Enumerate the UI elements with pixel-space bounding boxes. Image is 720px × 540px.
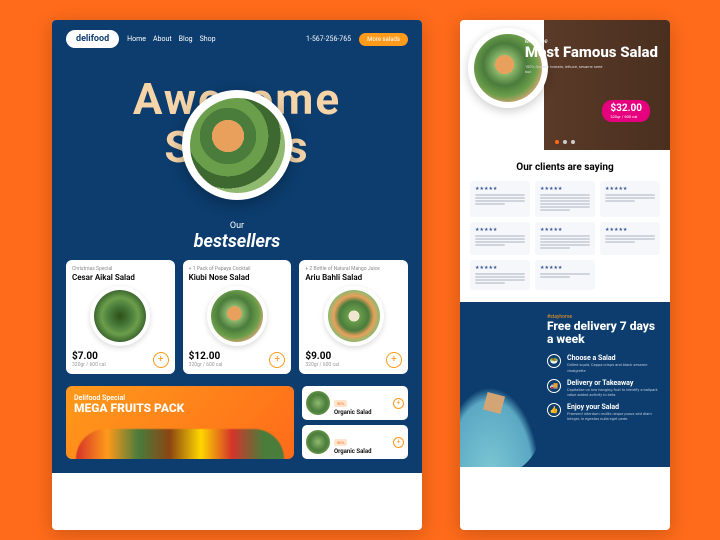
- mega-fruits-banner[interactable]: Delifood Special MEGA FRUITS PACK: [66, 386, 294, 459]
- card-title: Ariu Bahli Salad: [305, 273, 402, 282]
- delivery-step: 🚚 Delivery or TakeawayCapitalize on low …: [547, 379, 658, 397]
- card-title: Cesar Aikal Salad: [72, 273, 169, 282]
- review-card: ★★★★★: [535, 181, 595, 217]
- discount-badge: 50%: [334, 400, 347, 407]
- add-to-cart-button[interactable]: +: [269, 352, 285, 368]
- famous-salad-section: Meet the Most Famous Salad 100% Organic …: [460, 20, 670, 150]
- card-price: $9.00: [305, 351, 339, 362]
- card-weight: 320gr / 600 cal: [189, 362, 223, 368]
- carousel-dot[interactable]: [555, 140, 559, 144]
- nav-menu: Home About Blog Shop: [127, 35, 215, 43]
- card-price: $7.00: [72, 351, 106, 362]
- bestseller-cards: Christmas Special Cesar Aikal Salad $7.0…: [52, 260, 422, 386]
- card-tag: + 1 Pack of Papaya Cocktail: [189, 266, 286, 272]
- reviews-section: Our clients are saying ★★★★★ ★★★★★ ★★★★★…: [460, 150, 670, 302]
- step-desc: Grilled squid, Cappa crisps and black se…: [567, 362, 658, 372]
- famous-title: Most Famous Salad: [525, 45, 658, 60]
- salad-image: [324, 286, 384, 346]
- bestsellers-our: Our: [52, 221, 422, 231]
- nav-home[interactable]: Home: [127, 35, 146, 43]
- mini-salad-image: [306, 391, 330, 415]
- phone-number: 1-567-256-765: [306, 35, 351, 43]
- review-card: ★★★★★: [535, 222, 595, 255]
- mini-salad-image: [306, 430, 330, 454]
- salad-image: [90, 286, 150, 346]
- mini-product-card[interactable]: 50% Organic Salad +: [302, 386, 408, 420]
- step-title: Choose a Salad: [567, 354, 658, 362]
- reviews-grid: ★★★★★ ★★★★★ ★★★★★ ★★★★★ ★★★★★ ★★★★★ ★★★★…: [470, 181, 660, 290]
- star-rating-icon: ★★★★★: [540, 265, 590, 271]
- cta-button[interactable]: More salads: [359, 33, 408, 46]
- hero-salad-image: [182, 90, 292, 200]
- star-rating-icon: ★★★★★: [475, 265, 525, 271]
- step-title: Delivery or Takeaway: [567, 379, 658, 387]
- nav-shop[interactable]: Shop: [200, 35, 216, 43]
- card-tag: + 2 Bottle of Natural Mango Juice: [305, 266, 402, 272]
- product-card[interactable]: + 2 Bottle of Natural Mango Juice Ariu B…: [299, 260, 408, 374]
- famous-price-badge: $32.00 320gr / 600 cal: [602, 100, 650, 122]
- star-rating-icon: ★★★★★: [605, 186, 655, 192]
- star-rating-icon: ★★★★★: [605, 227, 655, 233]
- add-to-cart-button[interactable]: +: [386, 352, 402, 368]
- delivery-section: #stayhome Free delivery 7 days a week 🥗 …: [460, 302, 670, 467]
- delivery-step: 👍 Enjoy your SaladPraesent interdum moll…: [547, 403, 658, 421]
- star-rating-icon: ★★★★★: [475, 227, 525, 233]
- salad-icon: 🥗: [547, 354, 561, 368]
- mini-title: Organic Salad: [334, 448, 389, 455]
- thumbs-up-icon: 👍: [547, 403, 561, 417]
- step-desc: Praesent interdum mollis neque purus sed…: [567, 411, 658, 421]
- bestsellers-title: bestsellers: [52, 231, 422, 252]
- nav-about[interactable]: About: [153, 35, 172, 43]
- card-title: Kiubi Nose Salad: [189, 273, 286, 282]
- carousel-dot[interactable]: [563, 140, 567, 144]
- step-title: Enjoy your Salad: [567, 403, 658, 411]
- mega-title: MEGA FRUITS PACK: [74, 402, 286, 415]
- review-card: ★★★★★: [470, 222, 530, 255]
- salad-image: [207, 286, 267, 346]
- add-to-cart-button[interactable]: +: [393, 398, 404, 409]
- card-tag: Christmas Special: [72, 266, 169, 272]
- add-to-cart-button[interactable]: +: [393, 437, 404, 448]
- review-card: ★★★★★: [470, 181, 530, 217]
- fruits-image: [76, 429, 284, 459]
- hero-section: delifood Home About Blog Shop 1-567-256-…: [52, 20, 422, 260]
- carousel-dot[interactable]: [571, 140, 575, 144]
- landing-page-main: delifood Home About Blog Shop 1-567-256-…: [52, 20, 422, 530]
- review-card: ★★★★★: [600, 222, 660, 255]
- review-card: ★★★★★: [535, 260, 595, 290]
- bestsellers-heading: Our bestsellers: [52, 221, 422, 260]
- famous-weight: 320gr / 600 cal: [610, 114, 642, 119]
- famous-price: $32.00: [610, 103, 642, 114]
- delivery-step: 🥗 Choose a SaladGrilled squid, Cappa cri…: [547, 354, 658, 372]
- star-rating-icon: ★★★★★: [540, 186, 590, 192]
- card-weight: 320gr / 600 cal: [72, 362, 106, 368]
- review-card: ★★★★★: [470, 260, 530, 290]
- review-card: ★★★★★: [600, 181, 660, 217]
- brand-logo[interactable]: delifood: [66, 30, 119, 48]
- star-rating-icon: ★★★★★: [475, 186, 525, 192]
- step-desc: Capitalize on low hanging fruit to ident…: [567, 387, 658, 397]
- mini-title: Organic Salad: [334, 409, 389, 416]
- discount-badge: 50%: [334, 439, 347, 446]
- card-price: $12.00: [189, 351, 223, 362]
- reviews-title: Our clients are saying: [470, 162, 660, 173]
- nav-blog[interactable]: Blog: [179, 35, 193, 43]
- top-navigation: delifood Home About Blog Shop 1-567-256-…: [52, 20, 422, 58]
- product-card[interactable]: Christmas Special Cesar Aikal Salad $7.0…: [66, 260, 175, 374]
- truck-icon: 🚚: [547, 379, 561, 393]
- product-card[interactable]: + 1 Pack of Papaya Cocktail Kiubi Nose S…: [183, 260, 292, 374]
- famous-description: 100% Organic tomato, lettuce, sesame see…: [525, 64, 605, 74]
- star-rating-icon: ★★★★★: [540, 227, 590, 233]
- mini-cards: 50% Organic Salad + 50% Organic Salad +: [302, 386, 408, 459]
- mini-product-card[interactable]: 50% Organic Salad +: [302, 425, 408, 459]
- mega-section: Delifood Special MEGA FRUITS PACK 50% Org…: [52, 386, 422, 473]
- delivery-title: Free delivery 7 days a week: [547, 320, 658, 346]
- card-weight: 320gr / 600 cal: [305, 362, 339, 368]
- add-to-cart-button[interactable]: +: [153, 352, 169, 368]
- landing-page-secondary: Meet the Most Famous Salad 100% Organic …: [460, 20, 670, 530]
- carousel-dots: [555, 140, 575, 144]
